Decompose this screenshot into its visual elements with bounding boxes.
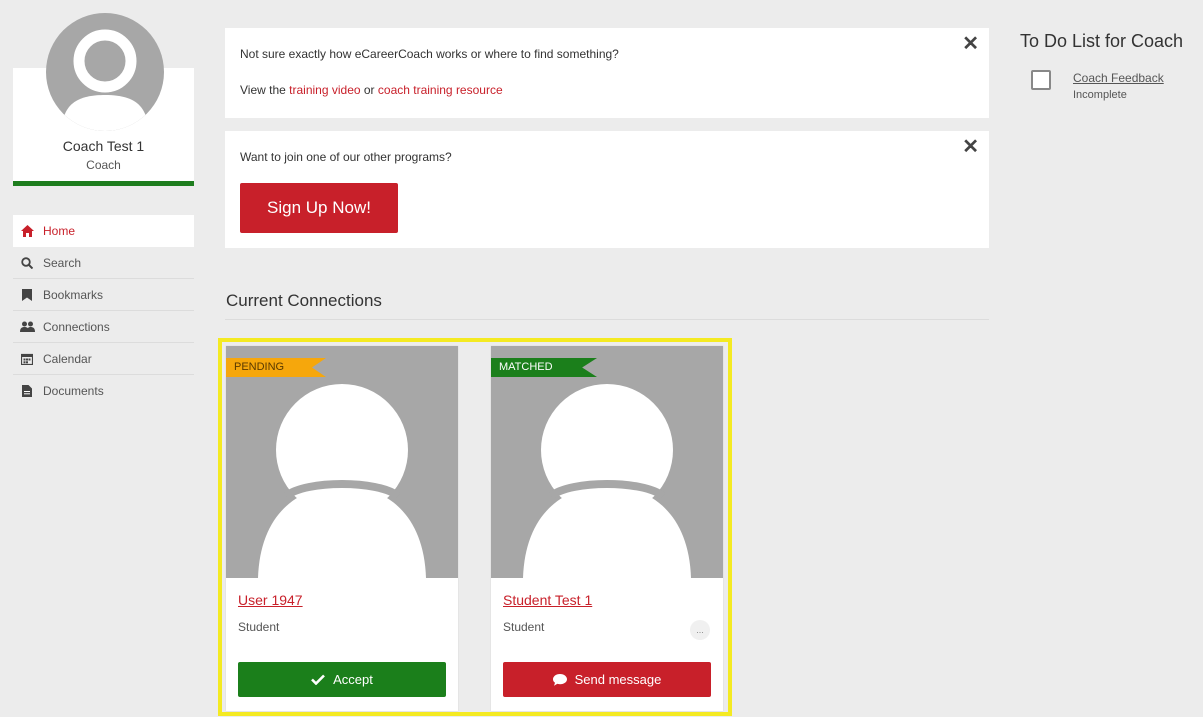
divider [225, 319, 989, 320]
sidebar-item-connections[interactable]: Connections [13, 311, 194, 343]
help-notice: Not sure exactly how eCareerCoach works … [225, 28, 989, 118]
help-notice-or: or [360, 83, 378, 97]
status-badge: MATCHED [491, 358, 597, 377]
programs-notice-text: Want to join one of our other programs? [240, 150, 452, 164]
profile-role: Coach [86, 158, 121, 172]
sidebar-item-search[interactable]: Search [13, 247, 194, 279]
connection-name-link[interactable]: Student Test 1 [503, 592, 592, 608]
bookmark-icon [19, 288, 35, 302]
avatar [46, 13, 164, 131]
check-icon [311, 674, 326, 685]
connection-photo: MATCHED [491, 346, 723, 578]
connection-card: MATCHED Student Test 1 Student ... Send … [491, 346, 723, 711]
home-icon [19, 224, 35, 238]
sidebar-item-label: Home [43, 224, 76, 238]
user-avatar-icon [523, 384, 691, 578]
profile-card: Coach Test 1 Coach [13, 13, 194, 186]
accept-button[interactable]: Accept [238, 662, 446, 697]
connection-card: PENDING User 1947 Student Accept [226, 346, 458, 711]
sign-up-button[interactable]: Sign Up Now! [240, 183, 398, 233]
connection-photo: PENDING [226, 346, 458, 578]
close-icon[interactable]: ✕ [962, 137, 979, 157]
sidebar-item-label: Calendar [43, 351, 92, 366]
sidebar-item-home[interactable]: Home [13, 215, 194, 247]
sidebar-item-label: Bookmarks [43, 287, 104, 302]
connection-name-link[interactable]: User 1947 [238, 592, 303, 608]
help-notice-prefix: View the [240, 83, 290, 97]
help-notice-text: Not sure exactly how eCareerCoach works … [240, 47, 619, 61]
close-icon[interactable]: ✕ [962, 34, 979, 54]
todo-title: To Do List for Coach [1020, 31, 1184, 51]
search-icon [19, 256, 35, 270]
send-message-button-label: Send message [574, 672, 662, 687]
chat-bubble-icon [552, 673, 567, 686]
user-avatar-icon [258, 384, 426, 578]
sidebar-item-calendar[interactable]: Calendar [13, 343, 194, 375]
document-icon [19, 384, 35, 398]
connection-role: Student [238, 620, 280, 634]
coach-training-resource-link[interactable]: coach training resource [378, 83, 503, 97]
status-badge: PENDING [226, 358, 326, 377]
calendar-icon [19, 352, 35, 366]
sidebar-item-bookmarks[interactable]: Bookmarks [13, 279, 194, 311]
more-options-button[interactable]: ... [690, 620, 710, 640]
sidebar-nav: Home Search Bookmarks Connections Calend… [13, 215, 194, 407]
programs-notice: Want to join one of our other programs? … [225, 131, 989, 248]
sidebar-item-label: Search [43, 255, 82, 270]
todo-item-link[interactable]: Coach Feedback [1073, 71, 1164, 85]
user-avatar-icon [62, 29, 148, 131]
sidebar-item-label: Connections [43, 319, 110, 334]
profile-name: Coach Test 1 [62, 138, 145, 154]
todo-item-status: Incomplete [1073, 89, 1127, 101]
todo-checkbox[interactable] [1031, 70, 1051, 90]
connection-role: Student [503, 620, 545, 634]
accept-button-label: Accept [333, 672, 373, 687]
training-video-link[interactable]: training video [289, 83, 360, 97]
send-message-button[interactable]: Send message [503, 662, 711, 697]
sidebar-item-label: Documents [43, 384, 104, 398]
users-icon [19, 320, 35, 334]
help-notice-links: View the training video or coach trainin… [240, 83, 503, 97]
sidebar-item-documents[interactable]: Documents [13, 375, 194, 407]
connections-title: Current Connections [226, 291, 382, 310]
